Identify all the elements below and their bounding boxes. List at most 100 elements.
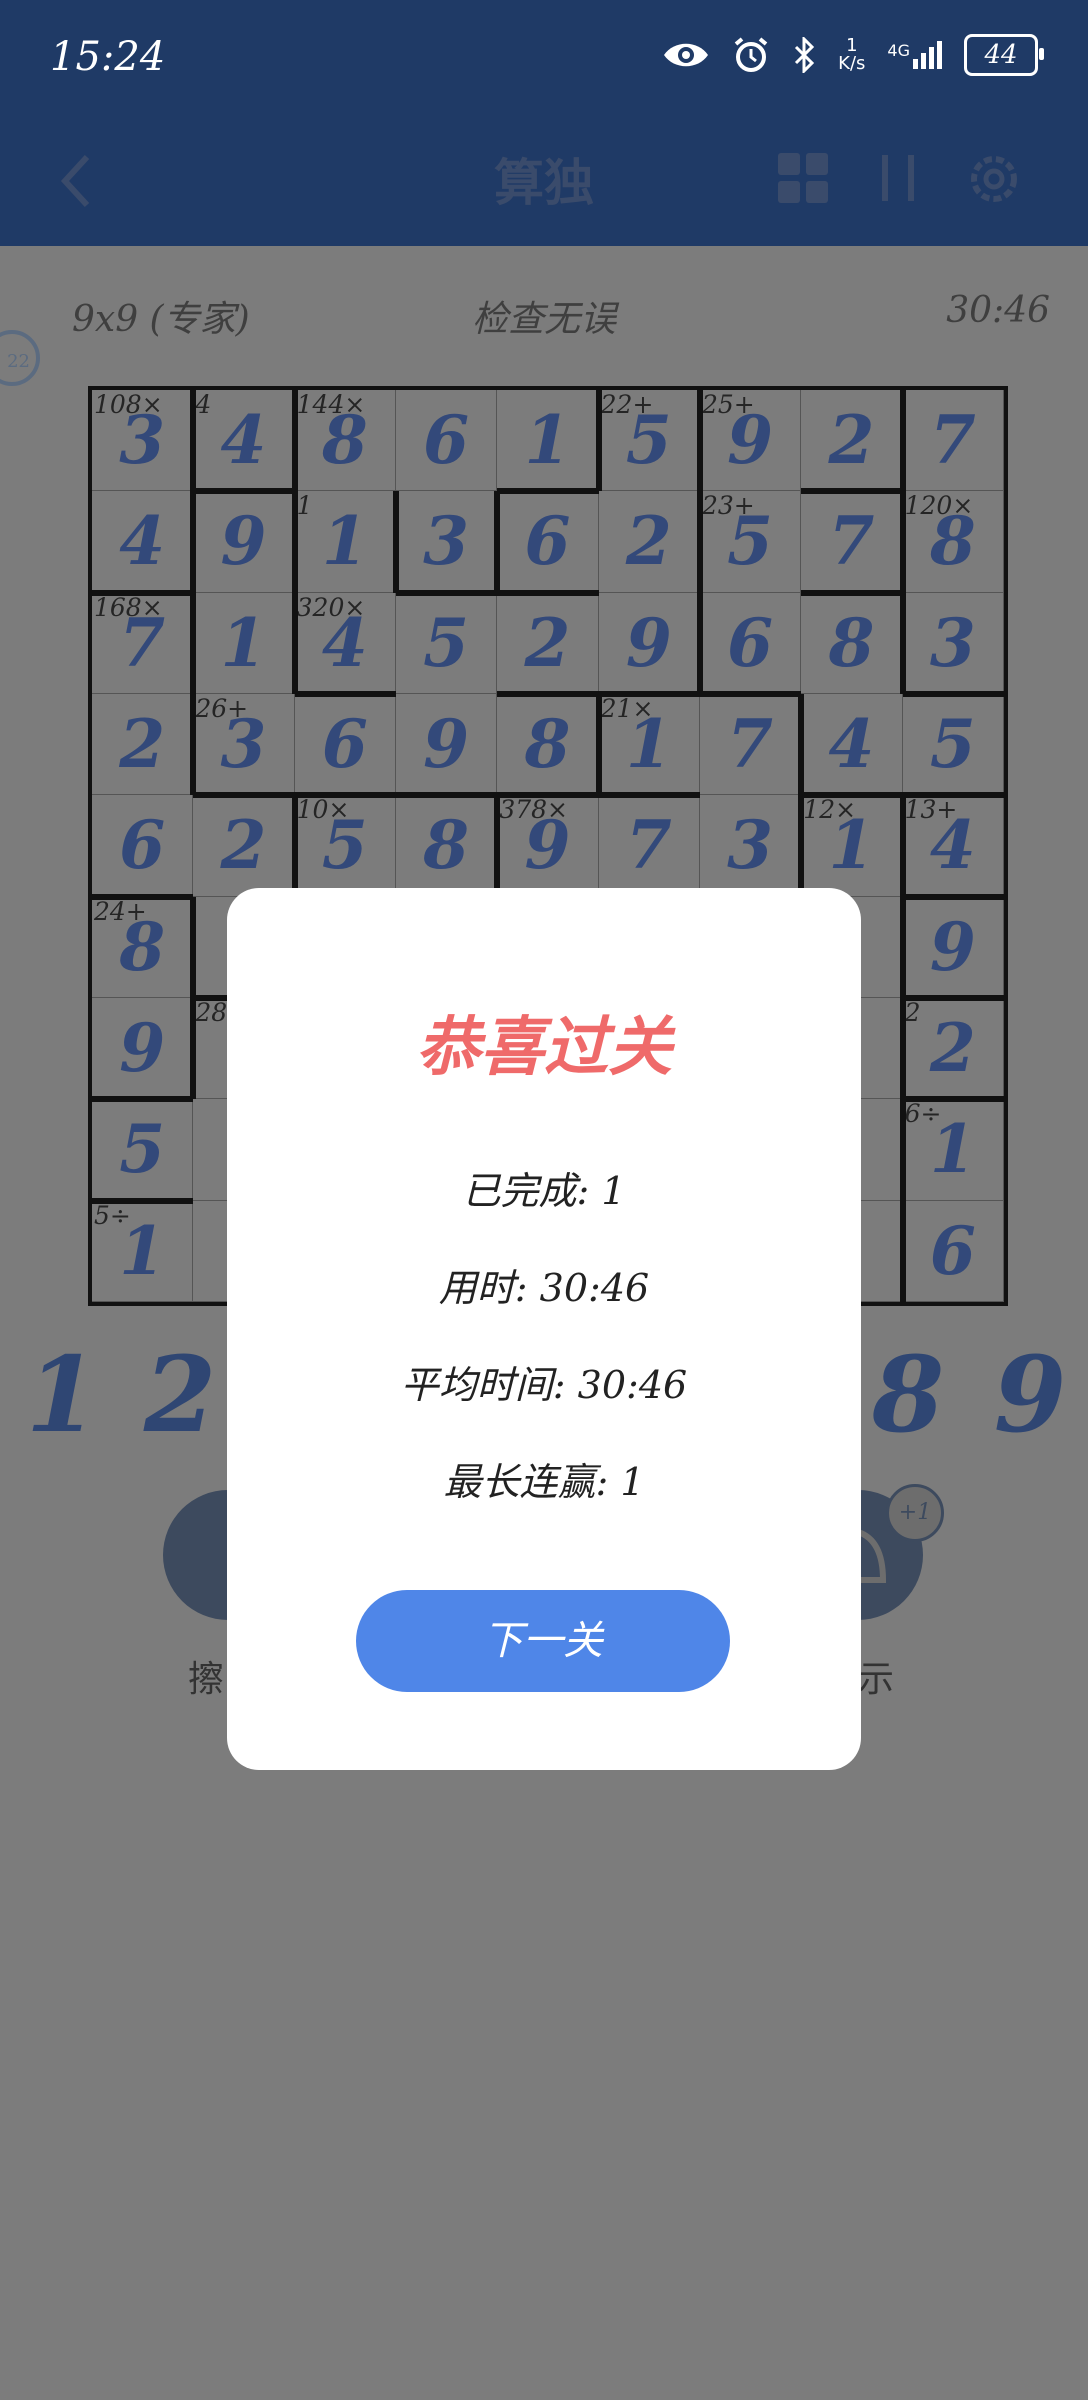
grid-cell[interactable]: 5: [92, 1099, 194, 1201]
grid-cell[interactable]: 21× 1: [598, 693, 700, 796]
grid-cell[interactable]: 6: [902, 1200, 1004, 1302]
cell-value: 1: [625, 704, 672, 783]
cell-value: 6: [119, 806, 166, 885]
grid-cell[interactable]: 7: [598, 795, 700, 897]
grid-cell[interactable]: 26+ 3: [193, 693, 295, 796]
cell-value: 8: [828, 603, 875, 682]
cell-value: 3: [423, 502, 470, 581]
grid-cell[interactable]: 2: [193, 795, 295, 897]
status-icons: 1 K/s 4G 44: [662, 30, 1044, 80]
grid-cell[interactable]: 6: [497, 491, 599, 593]
grid-cell[interactable]: 9: [395, 693, 498, 796]
grid-cell[interactable]: 8: [395, 795, 498, 897]
cell-value: 3: [119, 401, 166, 479]
cage-wall: [395, 792, 599, 799]
numkey-9[interactable]: 9: [990, 1340, 1070, 1450]
grid-cell[interactable]: 9: [193, 491, 295, 593]
cage-wall: [902, 893, 1004, 900]
erase-label: 擦: [188, 1659, 225, 1700]
network-type: 4G: [887, 41, 910, 60]
cage-wall: [190, 491, 197, 593]
cage-wall: [696, 592, 703, 694]
cell-value: 6: [321, 704, 368, 783]
cell-value: 4: [321, 603, 368, 682]
grid-cell[interactable]: 22: [902, 997, 1004, 1100]
grid-cell[interactable]: 1: [497, 390, 599, 492]
grid-cell[interactable]: 144× 8: [294, 390, 396, 492]
grid-cell[interactable]: 7: [699, 693, 802, 796]
cage-wall: [92, 1197, 194, 1204]
grid-cell[interactable]: 9: [598, 592, 700, 694]
cage-wall: [190, 896, 197, 998]
stat-time-used: 用时: 30:46: [438, 1266, 650, 1310]
grid-cell[interactable]: 120× 8: [902, 491, 1004, 593]
cell-value: 4: [220, 401, 267, 479]
cage-wall: [92, 589, 194, 596]
grid-cell[interactable]: 4: [801, 693, 903, 796]
grid-cell[interactable]: 2: [801, 390, 903, 492]
eye-icon: [664, 43, 709, 67]
grid-cell[interactable]: 6: [699, 592, 802, 694]
grid-cell[interactable]: 108× 3: [92, 390, 194, 492]
grid-cell[interactable]: 11: [294, 491, 396, 593]
grid-cell[interactable]: 6: [92, 795, 194, 897]
numkey-8[interactable]: 8: [868, 1340, 948, 1450]
grid-cell[interactable]: 2: [497, 592, 599, 694]
grid-cell[interactable]: 378× 9: [497, 795, 599, 897]
grid-cell[interactable]: 2: [598, 491, 700, 593]
grid-cell[interactable]: 3: [902, 592, 1004, 694]
cage-wall: [190, 390, 197, 492]
cage-wall: [92, 893, 194, 900]
grid-cell[interactable]: 9: [92, 997, 194, 1100]
grid-cell[interactable]: 7: [902, 390, 1004, 492]
grid-cell[interactable]: 5: [902, 693, 1004, 796]
cage-wall: [902, 690, 1004, 697]
cage-wall: [696, 390, 703, 492]
grid-cell[interactable]: 8: [497, 693, 599, 796]
numkey-2[interactable]: 2: [140, 1340, 220, 1450]
grid-cell[interactable]: 5: [395, 592, 498, 694]
grid-cell[interactable]: 5÷ 1: [92, 1200, 194, 1302]
grid-cell[interactable]: 1: [193, 592, 295, 694]
grid-cell[interactable]: 22+ 5: [598, 390, 700, 492]
grid-cell[interactable]: 8: [801, 592, 903, 694]
cage-wall: [291, 491, 298, 593]
cage-wall: [294, 690, 396, 697]
settings-icon[interactable]: [966, 151, 1022, 207]
grid-cell[interactable]: 4: [92, 491, 194, 593]
grid-cell[interactable]: 3: [699, 795, 802, 897]
cage-wall: [801, 589, 903, 596]
grid-cell[interactable]: 3: [395, 491, 498, 593]
cage-wall: [291, 390, 298, 492]
cell-value: 3: [220, 704, 267, 783]
grid-cell[interactable]: 9: [902, 896, 1004, 998]
grid-cell[interactable]: 6: [294, 693, 396, 796]
cage-wall: [595, 693, 602, 796]
cage-wall: [497, 488, 599, 495]
grid-cell[interactable]: 320× 4: [294, 592, 396, 694]
grid-cell[interactable]: 44: [193, 390, 295, 492]
next-level-button[interactable]: 下一关: [356, 1590, 730, 1692]
cage-wall: [798, 795, 805, 897]
numkey-1[interactable]: 1: [22, 1340, 102, 1450]
calculator-icon[interactable]: [776, 151, 830, 205]
grid-cell[interactable]: 24+ 8: [92, 896, 194, 998]
cell-value: 9: [524, 806, 571, 885]
pause-icon[interactable]: [878, 151, 918, 205]
cell-value: 1: [220, 603, 267, 682]
cell-value: 9: [727, 401, 774, 479]
grid-cell[interactable]: 6: [395, 390, 498, 492]
hint-count-badge: +1: [886, 1484, 944, 1542]
grid-cell[interactable]: 6÷ 1: [902, 1099, 1004, 1201]
grid-cell[interactable]: 7: [801, 491, 903, 593]
grid-cell[interactable]: 13+ 4: [902, 795, 1004, 897]
cell-value: 6: [524, 502, 571, 581]
grid-cell[interactable]: 2: [92, 693, 194, 796]
grid-cell[interactable]: 25+ 9: [699, 390, 802, 492]
grid-cell[interactable]: 23+ 5: [699, 491, 802, 593]
grid-cell[interactable]: 12× 1: [801, 795, 903, 897]
cell-value: 2: [828, 401, 875, 479]
grid-cell[interactable]: 10× 5: [294, 795, 396, 897]
cell-value: 6: [929, 1211, 976, 1290]
grid-cell[interactable]: 168× 7: [92, 592, 194, 694]
